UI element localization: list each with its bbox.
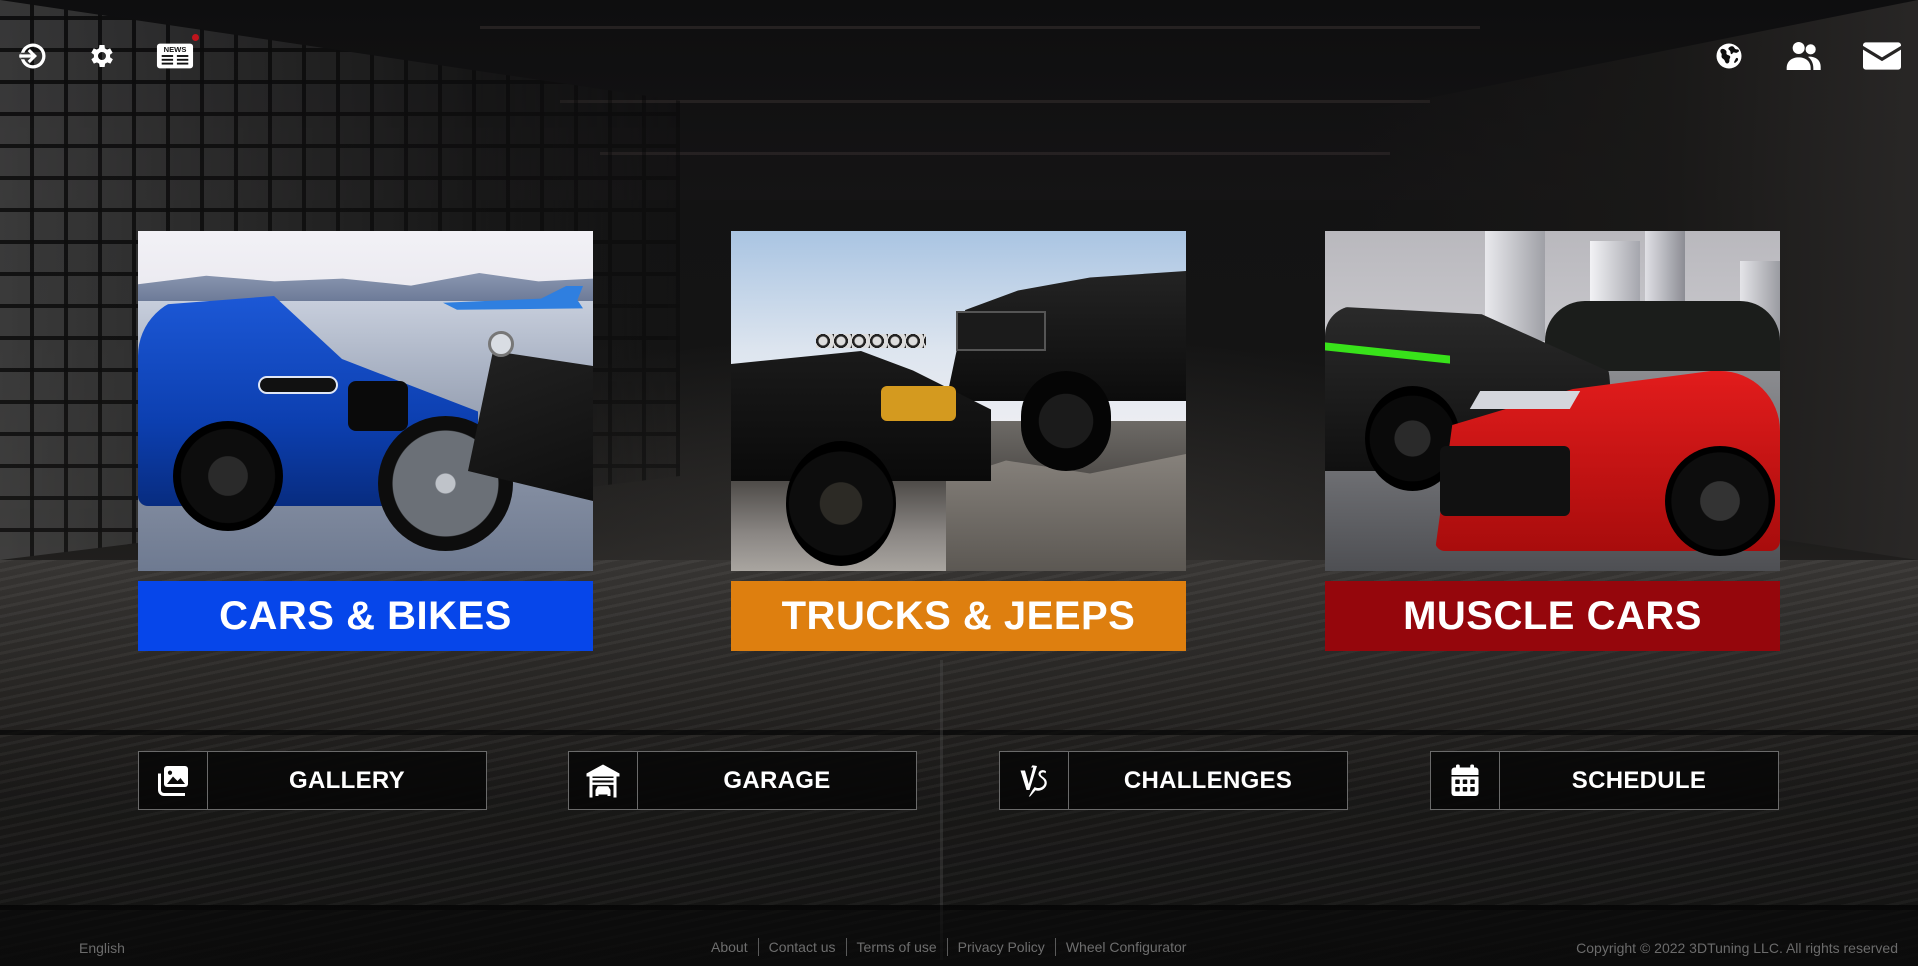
category-image-muscle-cars	[1325, 231, 1780, 571]
category-image-cars-bikes	[138, 231, 593, 571]
gear-icon	[91, 45, 113, 67]
footer-separator	[1054, 938, 1056, 956]
language-selector[interactable]: English	[79, 940, 125, 956]
footer-link-wheel-configurator[interactable]: Wheel Configurator	[1066, 939, 1187, 955]
ceiling-beam	[600, 152, 1390, 155]
copyright-text: Copyright © 2022 3DTuning LLC. All right…	[1576, 940, 1898, 956]
footer-separator	[845, 938, 847, 956]
footer: English About Contact us Terms of use Pr…	[0, 905, 1918, 966]
footer-link-about[interactable]: About	[711, 939, 748, 955]
news-icon: NEWS	[156, 43, 194, 69]
footer-link-terms[interactable]: Terms of use	[857, 939, 937, 955]
category-label: TRUCKS & JEEPS	[731, 581, 1186, 651]
garage-icon	[586, 764, 620, 797]
category-card-trucks-jeeps[interactable]: TRUCKS & JEEPS	[731, 231, 1186, 651]
gallery-button[interactable]: GALLERY	[138, 751, 487, 810]
users-icon	[1786, 42, 1821, 70]
news-icon-text: NEWS	[164, 45, 187, 54]
schedule-button[interactable]: SCHEDULE	[1430, 751, 1779, 810]
messages-button[interactable]	[1862, 38, 1902, 74]
category-image-trucks-jeeps	[731, 231, 1186, 571]
schedule-label: SCHEDULE	[1571, 766, 1707, 794]
challenges-label: CHALLENGES	[1123, 766, 1293, 794]
footer-links: About Contact us Terms of use Privacy Po…	[711, 938, 1186, 956]
footer-separator	[946, 938, 948, 956]
mail-icon	[1863, 42, 1901, 70]
ceiling-beam	[560, 100, 1430, 103]
gallery-icon	[158, 765, 188, 796]
footer-separator	[757, 938, 759, 956]
category-card-cars-bikes[interactable]: CARS & BIKES	[138, 231, 593, 651]
language-button[interactable]	[1711, 38, 1747, 74]
footer-link-contact[interactable]: Contact us	[769, 939, 836, 955]
login-button[interactable]	[15, 38, 51, 74]
login-icon	[19, 43, 46, 69]
floor-seam	[0, 730, 1918, 735]
category-label: CARS & BIKES	[138, 581, 593, 651]
category-label: MUSCLE CARS	[1325, 581, 1780, 651]
calendar-icon	[1451, 764, 1479, 796]
category-card-muscle-cars[interactable]: MUSCLE CARS	[1325, 231, 1780, 651]
news-notification-dot	[192, 34, 199, 41]
garage-button[interactable]: GARAGE	[568, 751, 917, 810]
garage-label: GARAGE	[723, 766, 831, 794]
ceiling-beam	[480, 26, 1480, 29]
community-button[interactable]	[1784, 38, 1824, 74]
news-button[interactable]: NEWS	[155, 38, 195, 74]
challenges-button[interactable]: CHALLENGES	[999, 751, 1348, 810]
gallery-label: GALLERY	[289, 766, 405, 794]
settings-button[interactable]	[84, 38, 120, 74]
footer-link-privacy[interactable]: Privacy Policy	[958, 939, 1045, 955]
versus-icon	[1020, 764, 1047, 797]
globe-icon	[1716, 43, 1742, 69]
